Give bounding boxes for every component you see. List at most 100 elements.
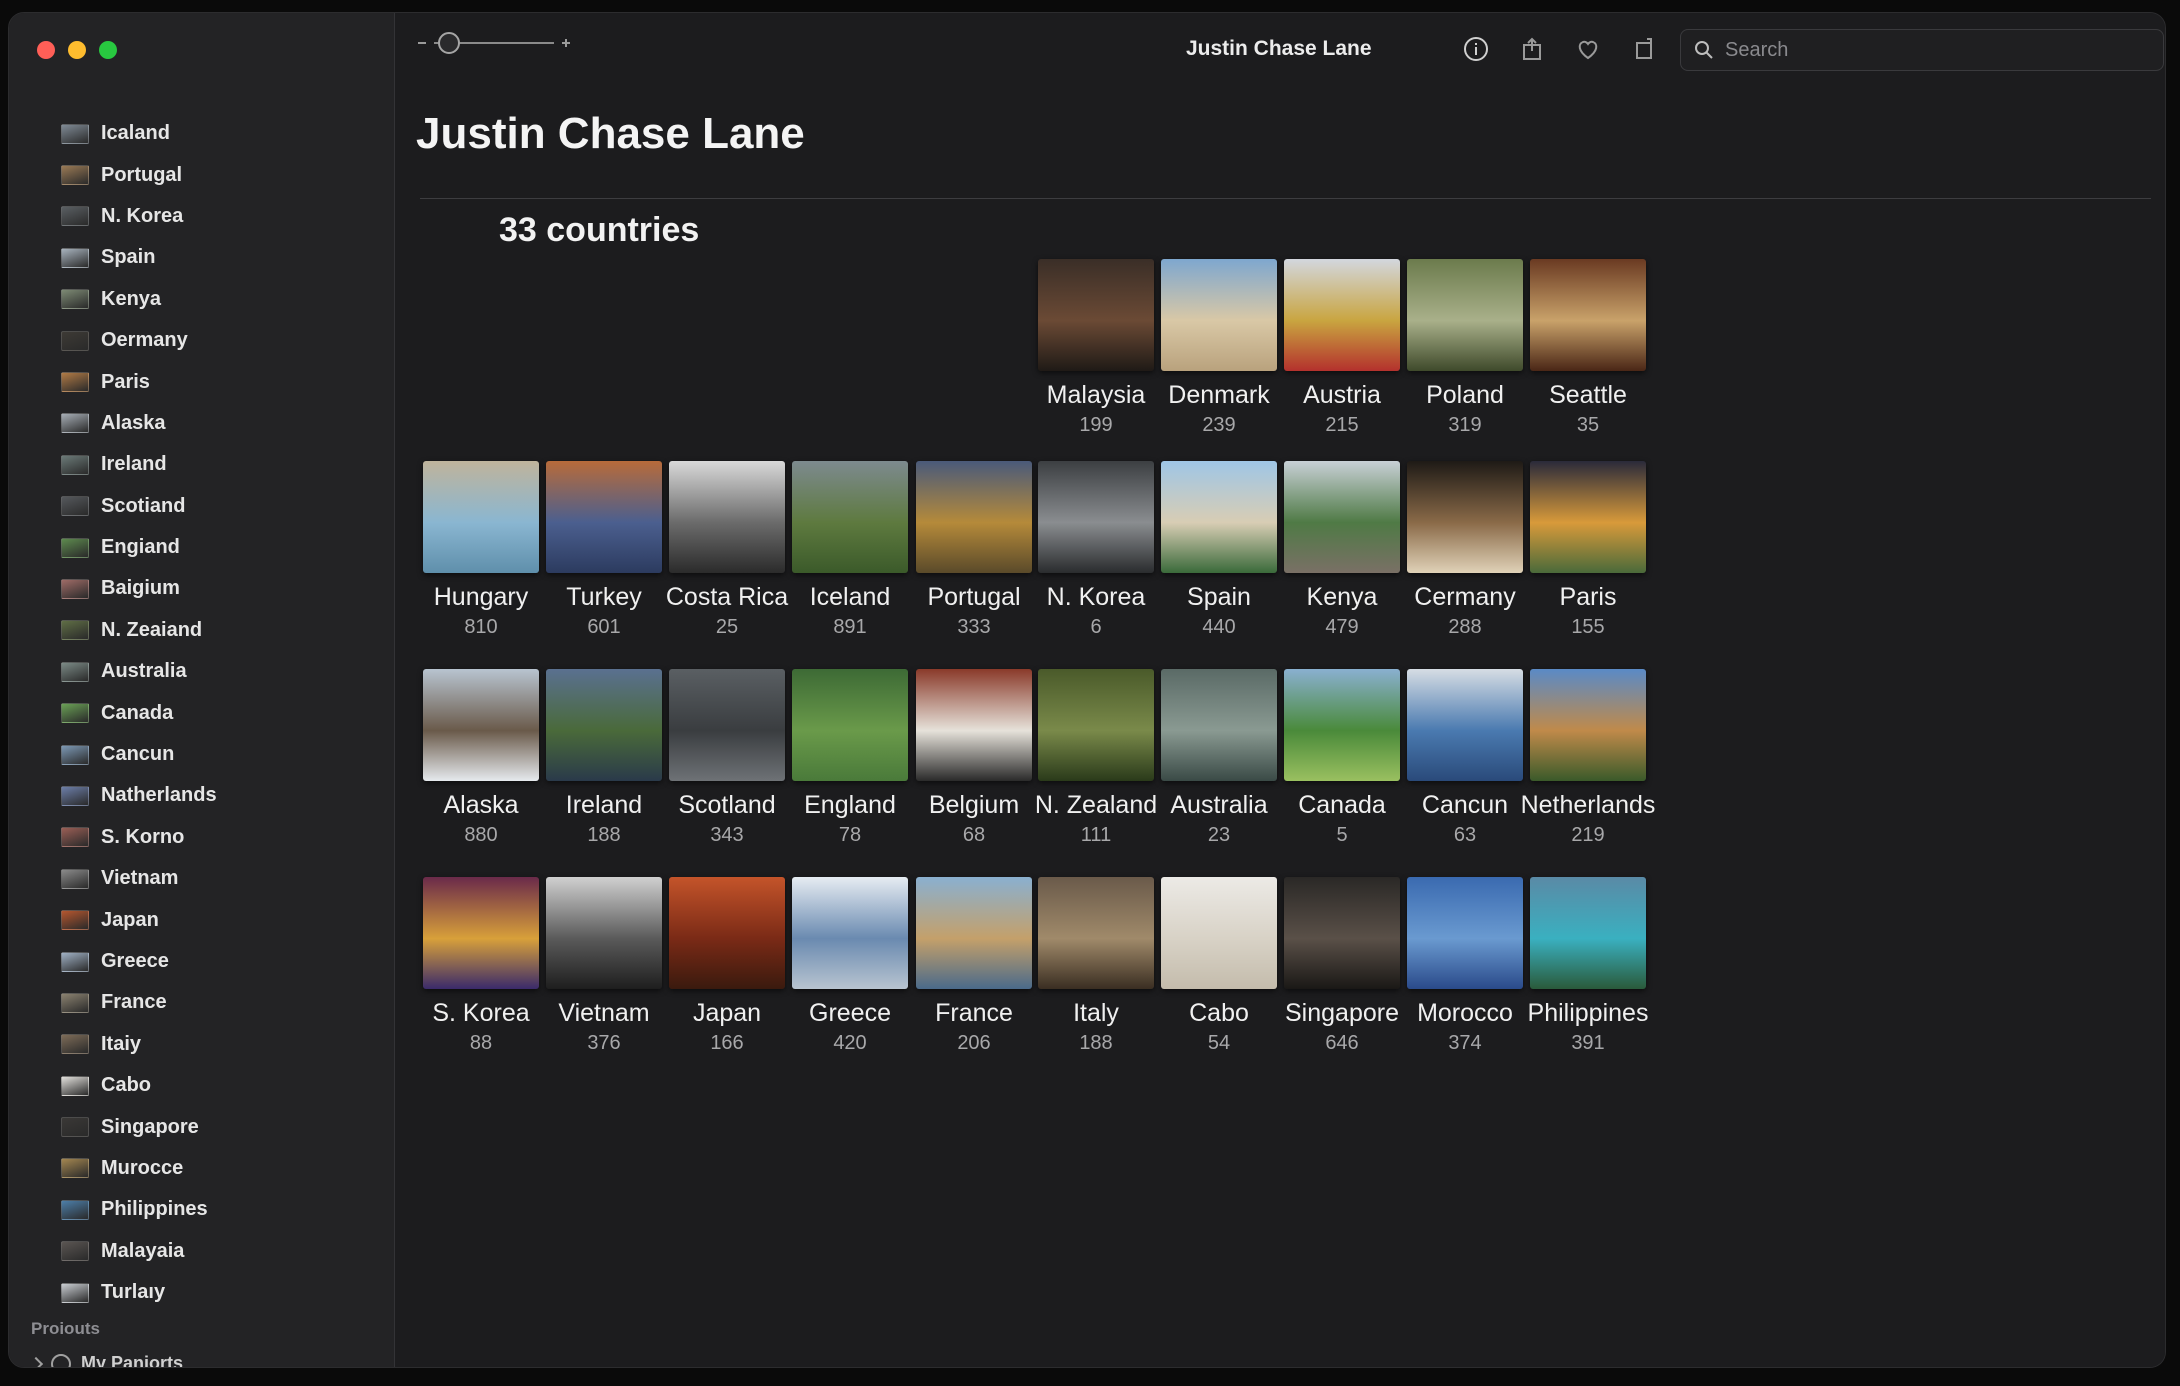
sidebar-item-label: Spain [101, 246, 156, 269]
country-tile[interactable]: Netherlands 219 [1503, 669, 1673, 847]
country-photo[interactable] [1530, 877, 1646, 989]
minimize-window-button[interactable] [68, 41, 86, 59]
sidebar-item-label: Kenya [101, 287, 162, 310]
country-tile[interactable]: Paris 155 [1503, 461, 1673, 639]
sidebar-item[interactable]: Vietnam [61, 858, 381, 899]
sidebar-item-label: N. Korea [101, 204, 184, 227]
sidebar-item-label: Greece [101, 950, 169, 972]
sidebar-item[interactable]: Australia [61, 651, 381, 692]
sidebar-item-label: Cancun [101, 743, 175, 766]
sidebar-item-label: Icaland [101, 122, 170, 145]
sidebar-item-my-projects[interactable]: My Panjorts [28, 1353, 183, 1367]
sidebar-item[interactable]: Portugal [61, 154, 381, 195]
sidebar-item[interactable]: N. Korea [61, 196, 381, 237]
sidebar-item-label: Canada [101, 701, 174, 724]
close-window-button[interactable] [37, 41, 55, 59]
sidebar-item[interactable]: Malayaia [61, 1231, 381, 1272]
album-thumbnail [61, 165, 89, 186]
album-thumbnail [61, 247, 89, 268]
sidebar-item-label: Murocce [101, 1156, 184, 1179]
sidebar-item[interactable]: Alaska [61, 403, 381, 444]
album-thumbnail [61, 827, 89, 848]
sidebar-item[interactable]: Ireland [61, 444, 381, 485]
sidebar-item-label: Engiand [101, 536, 180, 559]
album-thumbnail [61, 413, 89, 434]
sidebar-item[interactable]: Baigium [61, 568, 381, 609]
sidebar-item[interactable]: Itaiy [61, 1024, 381, 1065]
country-tile[interactable]: Seattle 35 [1503, 259, 1673, 437]
chevron-right-icon[interactable] [28, 1356, 44, 1367]
sidebar-item[interactable]: Kenya [61, 279, 381, 320]
sidebar-item[interactable]: S. Korno [61, 817, 381, 858]
country-name: Netherlands [1520, 791, 1656, 819]
sidebar-item[interactable]: France [61, 982, 381, 1023]
sidebar-item[interactable]: Spain [61, 237, 381, 278]
album-thumbnail [61, 951, 89, 972]
sidebar-item[interactable]: Engiand [61, 527, 381, 568]
sidebar-item[interactable]: Singapore [61, 1106, 381, 1147]
album-thumbnail [61, 578, 89, 599]
album-thumbnail [61, 537, 89, 558]
country-name: Seattle [1549, 381, 1627, 409]
sidebar-item[interactable]: Icaland [61, 113, 381, 154]
sidebar-item-label: Natherlands [101, 784, 217, 807]
sidebar-item[interactable]: Paris [61, 361, 381, 402]
sidebar-item[interactable]: Natherlands [61, 775, 381, 816]
sidebar-item-label: Oermany [101, 329, 188, 352]
sidebar-item[interactable]: Murocce [61, 1148, 381, 1189]
sidebar-item[interactable]: Cabo [61, 1065, 381, 1106]
sidebar-item[interactable]: Philippines [61, 1189, 381, 1230]
country-photo[interactable] [1530, 669, 1646, 781]
app-window: Icaland Portugal N. Korea Spain Kenya Oermany… [8, 12, 2166, 1368]
sidebar-item[interactable]: Cancun [61, 734, 381, 775]
album-thumbnail [61, 123, 89, 144]
country-name: Philippines [1527, 999, 1649, 1027]
album-thumbnail [61, 206, 89, 227]
sidebar-item-label: Australia [101, 660, 187, 683]
sidebar-item[interactable]: Greece [61, 941, 381, 982]
album-thumbnail [61, 1158, 89, 1179]
album-thumbnail [61, 992, 89, 1013]
album-thumbnail [61, 744, 89, 765]
album-thumbnail [61, 785, 89, 806]
country-name: Paris [1559, 583, 1617, 611]
album-thumbnail [61, 372, 89, 393]
sidebar-item-label: Malayaia [101, 1239, 185, 1262]
album-thumbnail [61, 289, 89, 310]
sidebar-item[interactable]: N. Zeaiand [61, 610, 381, 651]
sidebar-item-label: Alaska [101, 411, 166, 434]
country-tile[interactable]: Philippines 391 [1503, 877, 1673, 1055]
sidebar-item[interactable]: Canada [61, 692, 381, 733]
sidebar-item-label: Cabo [101, 1074, 151, 1097]
sidebar-item[interactable]: Scotiand [61, 486, 381, 527]
album-thumbnail [61, 868, 89, 889]
album-thumbnail [61, 330, 89, 351]
sidebar-item-label: Turlaıy [101, 1281, 166, 1304]
album-thumbnail [61, 703, 89, 724]
sidebar-item-label: Vietnam [101, 867, 179, 890]
sidebar-list: Icaland Portugal N. Korea Spain Kenya Oermany… [61, 113, 381, 1313]
sidebar-item[interactable]: Turlaıy [61, 1272, 381, 1313]
album-thumbnail [61, 1241, 89, 1262]
photo-count: 219 [1571, 824, 1605, 846]
sidebar-item-label: Philippines [101, 1198, 208, 1221]
country-photo[interactable] [1530, 259, 1646, 371]
sidebar-item-label: France [101, 991, 167, 1014]
album-thumbnail [61, 1199, 89, 1220]
projects-icon [51, 1353, 71, 1367]
sidebar: Icaland Portugal N. Korea Spain Kenya Oermany… [9, 13, 395, 1367]
sidebar-item[interactable]: Japan [61, 899, 381, 940]
sidebar-item-label: N. Zeaiand [101, 618, 203, 641]
sidebar-item[interactable]: Oermany [61, 320, 381, 361]
photo-count: 155 [1571, 616, 1605, 638]
country-photo[interactable] [1530, 461, 1646, 573]
album-thumbnail [61, 454, 89, 475]
sidebar-item-label: S. Korno [101, 825, 185, 848]
sidebar-item-label: Baigium [101, 577, 180, 600]
sidebar-item-label: Singapore [101, 1115, 199, 1138]
sidebar-item-label: Ireland [101, 453, 167, 476]
zoom-window-button[interactable] [99, 41, 117, 59]
photo-count: 391 [1571, 1032, 1605, 1054]
album-thumbnail [61, 661, 89, 682]
album-thumbnail [61, 1034, 89, 1055]
